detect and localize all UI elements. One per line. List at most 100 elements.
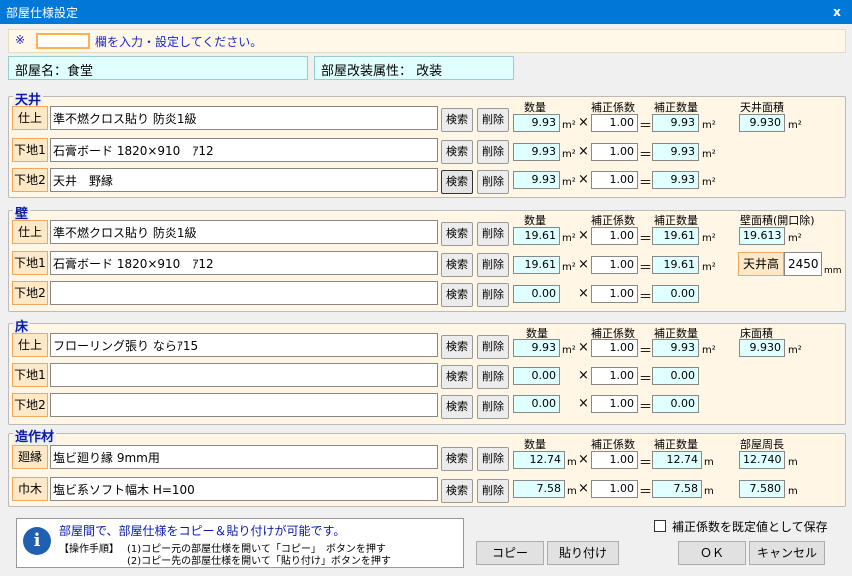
wall-finish-coef-input[interactable]: 1.00 [591,227,638,245]
room-renovation-attribute: 部屋改装属性： 改装 [314,56,514,80]
ceiling-height-input[interactable]: 2450 [784,252,822,276]
floor-finish-label: 仕上 [12,333,48,357]
floor-base2-search-button[interactable]: 検索 [441,395,473,419]
ok-button[interactable]: ＯＫ [678,541,746,565]
floor-base1-coef-input[interactable]: 1.00 [591,367,638,385]
floor-base1-search-button[interactable]: 検索 [441,365,473,389]
room-perimeter-label: 部屋周長 [740,438,784,451]
wall-base1-label: 下地1 [12,251,48,275]
ceiling-base2-spec[interactable]: 天井 野縁 [50,168,438,192]
wall-base2-coef-input[interactable]: 1.00 [591,285,638,303]
unit: m [788,457,798,468]
wall-area-value: 19.613 [739,227,785,245]
fixture-baseboard-delete-button[interactable]: 削除 [477,479,509,503]
wall-finish-qty: 19.61 [513,227,560,245]
wall-finish-delete-button[interactable]: 削除 [477,222,509,246]
close-button[interactable]: x [826,2,848,22]
paste-button[interactable]: 貼り付け [547,541,619,565]
floor-base1-label: 下地1 [12,363,48,387]
fixture-baseboard-coef-input[interactable]: 1.00 [591,480,638,498]
wall-base1-coef-input[interactable]: 1.00 [591,256,638,274]
ceiling-base2-qty: 9.93 [513,171,560,189]
fixture-baseboard-qty: 7.58 [513,480,565,498]
floor-base2-spec[interactable] [50,393,438,417]
ceiling-finish-label: 仕上 [12,106,48,130]
wall-base1-qty: 19.61 [513,256,560,274]
fixture-baseboard-search-button[interactable]: 検索 [441,479,473,503]
floor-finish-coef-input[interactable]: 1.00 [591,339,638,357]
ceiling-base1-search-button[interactable]: 検索 [441,140,473,164]
floor-finish-spec[interactable]: フローリング張り ならｱ15 [50,333,438,357]
cancel-button[interactable]: キャンセル [749,541,825,565]
floor-base2-coef-input[interactable]: 1.00 [591,395,638,413]
fixture-cornice-delete-button[interactable]: 削除 [477,447,509,471]
wall-base2-delete-button[interactable]: 削除 [477,283,509,307]
times-sign: × [578,144,589,159]
times-sign: × [578,257,589,272]
equals-sign: ＝ [639,372,653,387]
unit: m² [562,262,576,273]
floor-base2-delete-button[interactable]: 削除 [477,395,509,419]
wall-finish-search-button[interactable]: 検索 [441,222,473,246]
ceiling-base1-spec[interactable]: 石膏ボード 1820×910 ｱ12 [50,138,438,162]
unit: m² [788,120,802,131]
note-mark: ※ [15,33,26,47]
floor-finish-search-button[interactable]: 検索 [441,335,473,359]
corrected-header: 補正数量 [654,101,698,114]
unit: m² [702,262,716,273]
ceiling-base1-qty: 9.93 [513,143,560,161]
wall-base1-delete-button[interactable]: 削除 [477,253,509,277]
fixture-cornice-spec[interactable]: 塩ビ廻り縁 9mm用 [50,445,438,469]
floor-base1-delete-button[interactable]: 削除 [477,365,509,389]
coef-header: 補正係数 [591,101,635,114]
wall-base1-spec[interactable]: 石膏ボード 1820×910 ｱ12 [50,251,438,275]
wall-base2-corrected: 0.00 [652,285,699,303]
unit: m² [702,149,716,160]
fixture-baseboard-spec[interactable]: 塩ビ系ソフト幅木 H=100 [50,477,438,501]
unit: m² [788,233,802,244]
fixture-cornice-search-button[interactable]: 検索 [441,447,473,471]
ceiling-finish-spec[interactable]: 準不燃クロス貼り 防炎1級 [50,106,438,130]
ceiling-base2-delete-button[interactable]: 削除 [477,170,509,194]
ceiling-base1-coef-input[interactable]: 1.00 [591,143,638,161]
ceiling-finish-coef-input[interactable]: 1.00 [591,114,638,132]
unit: m² [562,345,576,356]
fixture-baseboard-corrected: 7.58 [652,480,702,498]
help-box: i 部屋間で、部屋仕様をコピー＆貼り付けが可能です。 【操作手順】 (1)コピー… [16,518,464,568]
wall-finish-label: 仕上 [12,220,48,244]
floor-finish-delete-button[interactable]: 削除 [477,335,509,359]
title-bar: 部屋仕様設定 x [0,0,852,24]
ceiling-base1-delete-button[interactable]: 削除 [477,140,509,164]
equals-sign: ＝ [639,232,653,247]
times-sign: × [578,172,589,187]
equals-sign: ＝ [639,261,653,276]
ceiling-finish-corrected: 9.93 [652,114,699,132]
unit: m [704,457,714,468]
ceiling-finish-delete-button[interactable]: 削除 [477,108,509,132]
ceiling-finish-search-button[interactable]: 検索 [441,108,473,132]
unit: m [567,457,577,468]
equals-sign: ＝ [639,485,653,500]
wall-finish-spec[interactable]: 準不燃クロス貼り 防炎1級 [50,220,438,244]
copy-button[interactable]: コピー [476,541,544,565]
floor-finish-corrected: 9.93 [652,339,699,357]
wall-base2-search-button[interactable]: 検索 [441,283,473,307]
save-default-coef-label: 補正係数を既定値として保存 [672,520,828,534]
unit: m² [562,149,576,160]
unit: m [567,486,577,497]
wall-base1-search-button[interactable]: 検索 [441,253,473,277]
ceiling-base2-search-button[interactable]: 検索 [441,170,473,194]
ceiling-finish-qty: 9.93 [513,114,560,132]
help-step-2: (2)コピー先の部屋仕様を開いて「貼り付け」ボタンを押す [127,556,391,567]
fixture-cornice-label: 廻縁 [12,445,48,469]
unit: m² [702,177,716,188]
unit: mm [824,266,842,276]
save-default-coef-checkbox[interactable] [654,520,666,532]
unit: m [704,486,714,497]
ceiling-base2-coef-input[interactable]: 1.00 [591,171,638,189]
wall-finish-corrected: 19.61 [652,227,699,245]
fixture-cornice-qty: 12.74 [513,451,565,469]
floor-base1-spec[interactable] [50,363,438,387]
fixture-cornice-coef-input[interactable]: 1.00 [591,451,638,469]
wall-base2-spec[interactable] [50,281,438,305]
